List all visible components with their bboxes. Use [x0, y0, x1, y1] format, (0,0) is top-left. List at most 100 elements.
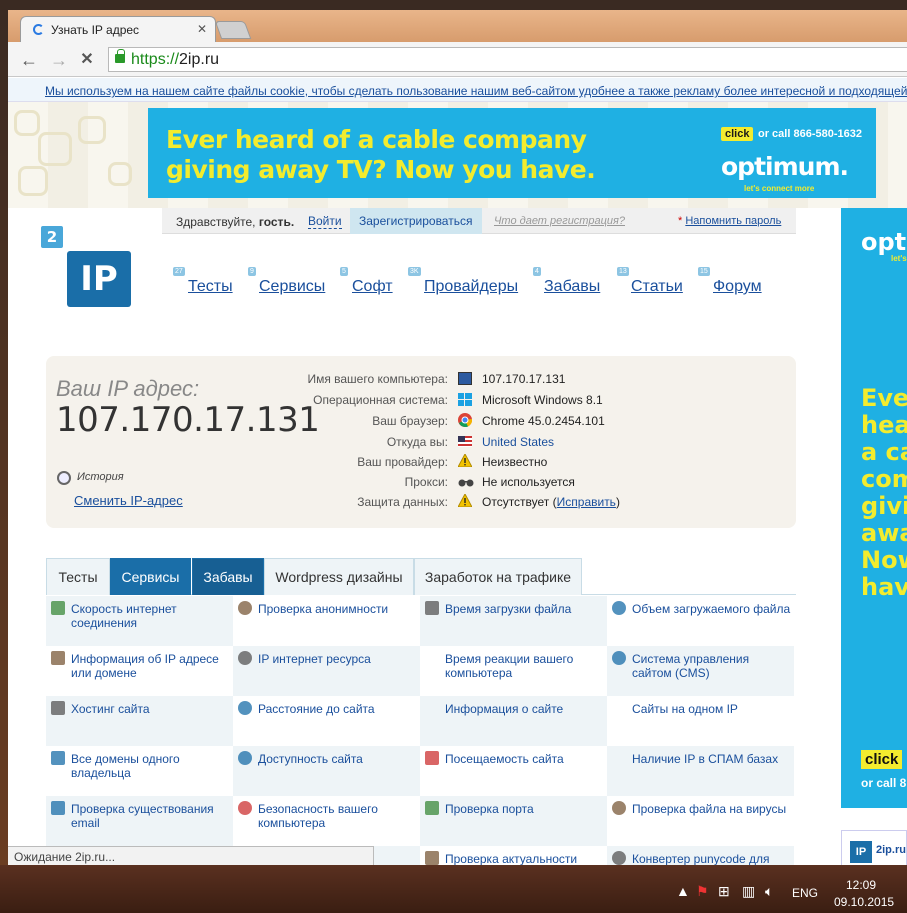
- service-item[interactable]: Информация о сайте: [420, 696, 607, 746]
- service-icon: [612, 601, 626, 615]
- service-icon: [238, 651, 252, 665]
- nav-fun[interactable]: Забавы: [544, 278, 600, 296]
- service-label: Посещаемость сайта: [445, 752, 564, 766]
- action-center-icon[interactable]: ⚑: [696, 883, 709, 900]
- service-item[interactable]: Конвертер punycode для: [607, 846, 794, 865]
- service-label: Время загрузки файла: [445, 602, 572, 616]
- service-item[interactable]: Наличие IP в СПАМ базах: [607, 746, 794, 796]
- history-link[interactable]: История: [77, 471, 124, 483]
- clock-date[interactable]: 09.10.2015: [834, 895, 894, 909]
- nav-soft[interactable]: Софт: [352, 278, 393, 296]
- new-tab-button[interactable]: [214, 21, 252, 39]
- service-item[interactable]: Проверка порта: [420, 796, 607, 846]
- service-item[interactable]: Расстояние до сайта: [233, 696, 420, 746]
- ad-phone: or call 866-580-1632: [758, 128, 862, 140]
- side-ad-logo: opti: [861, 228, 907, 256]
- nav-badge: 9: [248, 267, 256, 276]
- service-item[interactable]: Объем загружаемого файла: [607, 596, 794, 646]
- service-item[interactable]: Посещаемость сайта: [420, 746, 607, 796]
- back-button[interactable]: ←: [18, 49, 40, 71]
- forgot-password-link[interactable]: * Напомнить пароль: [678, 215, 781, 227]
- network-icon[interactable]: ▥: [742, 883, 755, 900]
- lock-icon: [115, 49, 125, 63]
- service-item[interactable]: Проверка анонимности: [233, 596, 420, 646]
- cookie-notice[interactable]: Мы используем на нашем сайте файлы cooki…: [8, 78, 907, 102]
- service-item[interactable]: Сайты на одном IP: [607, 696, 794, 746]
- service-icon: [425, 801, 439, 815]
- language-indicator[interactable]: ENG: [792, 886, 818, 900]
- close-tab-icon[interactable]: ✕: [197, 22, 207, 36]
- decor-square: [108, 162, 132, 186]
- ad-tagline: let's connect more: [744, 184, 815, 193]
- logo-2-icon[interactable]: 2: [41, 226, 63, 248]
- service-item[interactable]: Проверка существования email: [46, 796, 233, 846]
- protection-suffix: ): [615, 495, 620, 509]
- service-icon: [612, 851, 626, 865]
- side-ad-banner[interactable]: opti let's Eve hea a ca com givi awa Now…: [841, 208, 907, 808]
- service-item[interactable]: IP интернет ресурса: [233, 646, 420, 696]
- register-button[interactable]: Зарегистрироваться: [350, 208, 482, 234]
- required-star: *: [678, 215, 683, 227]
- browser-tab[interactable]: Узнать IP адрес ✕: [20, 16, 216, 42]
- us-flag-icon: [458, 436, 472, 447]
- clock-time[interactable]: 12:09: [846, 878, 876, 892]
- info-label: Откуда вы:: [386, 435, 448, 449]
- chrome-icon: [458, 413, 473, 428]
- service-item[interactable]: Хостинг сайта: [46, 696, 233, 746]
- service-item[interactable]: Время реакции вашего компьютера: [420, 646, 607, 696]
- side-ad-line: com: [861, 465, 907, 493]
- service-icon: [51, 801, 65, 815]
- service-item[interactable]: Все домены одного владельца: [46, 746, 233, 796]
- logo-ip-icon[interactable]: IP: [67, 251, 131, 307]
- greeting-text: Здравствуйте,: [176, 215, 256, 229]
- windows-tray-icon[interactable]: ⊞: [718, 883, 730, 900]
- service-item[interactable]: Доступность сайта: [233, 746, 420, 796]
- service-label: Доступность сайта: [258, 752, 363, 766]
- nav-forum[interactable]: Форум: [713, 278, 762, 296]
- volume-icon[interactable]: 🔈︎: [765, 883, 773, 900]
- nav-tests[interactable]: Тесты: [188, 278, 233, 296]
- address-bar[interactable]: https://2ip.ru: [108, 47, 907, 72]
- tab-tests[interactable]: Тесты: [46, 558, 110, 595]
- fix-link[interactable]: Исправить: [557, 495, 616, 509]
- service-item[interactable]: Система управления сайтом (CMS): [607, 646, 794, 696]
- taskbar: ▲ ⚑ ⊞ ▥ 🔈︎ ENG 12:09 09.10.2015: [0, 865, 907, 913]
- service-icon: [425, 751, 439, 765]
- side-ad-tagline: let's: [891, 254, 907, 263]
- ad-click-button[interactable]: click: [721, 127, 754, 141]
- service-icon: [238, 751, 252, 765]
- nav-providers[interactable]: Провайдеры: [424, 278, 518, 296]
- nav-articles[interactable]: Статьи: [631, 278, 683, 296]
- decor-square: [14, 110, 40, 136]
- login-link[interactable]: Войти: [308, 214, 342, 229]
- country-text[interactable]: United States: [482, 435, 554, 449]
- side-ad-line: have: [861, 573, 907, 601]
- service-item[interactable]: Время загрузки файла: [420, 596, 607, 646]
- side-ad-click-button[interactable]: click: [861, 750, 903, 769]
- tab-services[interactable]: Сервисы: [110, 558, 191, 595]
- side-footer-text: 2ip.ru: [876, 844, 906, 856]
- ip-info-panel: Ваш IP адрес: 107.170.17.131 История Сме…: [46, 356, 796, 528]
- stop-button[interactable]: ✕: [76, 49, 98, 71]
- service-label: Объем загружаемого файла: [632, 602, 791, 616]
- nav-badge: 4: [533, 267, 541, 276]
- service-item[interactable]: Проверка актуальности: [420, 846, 607, 865]
- ip-logo-icon: IP: [850, 841, 872, 863]
- service-item[interactable]: Проверка файла на вирусы: [607, 796, 794, 846]
- nav-badge: 27: [173, 267, 185, 276]
- country-link[interactable]: United States: [482, 435, 554, 449]
- tab-wordpress[interactable]: Wordpress дизайны: [264, 558, 414, 595]
- ad-banner[interactable]: Ever heard of a cable company giving awa…: [148, 108, 876, 198]
- tab-fun[interactable]: Забавы: [192, 558, 264, 595]
- tray-arrow-icon[interactable]: ▲: [676, 883, 690, 899]
- nav-services[interactable]: Сервисы: [259, 278, 325, 296]
- service-item[interactable]: Скорость интернет соединения: [46, 596, 233, 646]
- side-footer-link[interactable]: IP 2ip.ru: [841, 830, 907, 865]
- service-item[interactable]: Безопасность вашего компьютера: [233, 796, 420, 846]
- forward-button[interactable]: →: [48, 49, 70, 71]
- info-label: Имя вашего компьютера:: [307, 372, 448, 386]
- what-registration-link[interactable]: Что дает регистрация?: [494, 215, 625, 227]
- service-item[interactable]: Информация об IP адресе или домене: [46, 646, 233, 696]
- tab-earnings[interactable]: Заработок на трафике: [414, 558, 582, 595]
- change-ip-link[interactable]: Сменить IP-адрес: [74, 493, 183, 508]
